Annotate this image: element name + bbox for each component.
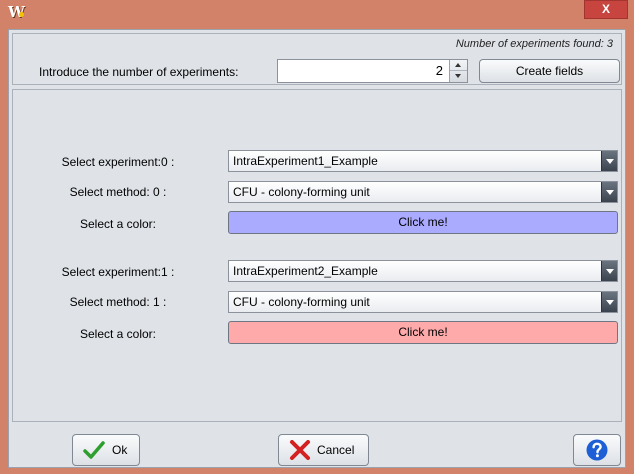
ok-button[interactable]: Ok: [72, 434, 140, 466]
method-1-value: CFU - colony-forming unit: [233, 295, 370, 309]
chevron-down-icon[interactable]: [601, 261, 617, 281]
color-0-label: Select a color:: [79, 217, 157, 231]
title-bar: W X: [0, 0, 634, 26]
close-window-button[interactable]: X: [584, 0, 628, 19]
method-0-value: CFU - colony-forming unit: [233, 185, 370, 199]
experiments-count-label: Introduce the number of experiments:: [39, 65, 239, 79]
dialog-client-area: Number of experiments found: 3 Introduce…: [8, 29, 626, 468]
spinner-up-button[interactable]: [450, 60, 467, 71]
color-1-label: Select a color:: [79, 327, 157, 341]
cancel-button[interactable]: Cancel: [278, 434, 369, 466]
close-icon: X: [601, 2, 610, 16]
method-1-label: Select method: 1 :: [69, 295, 167, 309]
method-0-label: Select method: 0 :: [69, 185, 167, 199]
cancel-button-label: Cancel: [317, 443, 355, 457]
ok-button-label: Ok: [112, 443, 128, 457]
experiments-count-panel: Number of experiments found: 3 Introduce…: [12, 33, 622, 85]
experiment-1-label: Select experiment:1 :: [61, 265, 175, 279]
color-1-button[interactable]: Click me!: [228, 321, 618, 344]
experiment-0-select[interactable]: IntraExperiment1_Example: [228, 150, 618, 172]
experiments-panel: Select experiment:0 : IntraExperiment1_E…: [12, 89, 622, 422]
method-1-select[interactable]: CFU - colony-forming unit: [228, 291, 618, 313]
experiment-0-value: IntraExperiment1_Example: [233, 154, 378, 168]
chevron-down-icon[interactable]: [601, 182, 617, 202]
chevron-down-icon: [455, 74, 461, 78]
chevron-down-icon[interactable]: [601, 151, 617, 171]
red-x-icon: [290, 440, 310, 460]
chevron-up-icon: [455, 63, 461, 67]
help-question-icon: [586, 439, 608, 461]
experiment-1-select[interactable]: IntraExperiment2_Example: [228, 260, 618, 282]
experiments-found-label: Number of experiments found: 3: [455, 38, 613, 50]
spinner-value[interactable]: 2: [436, 60, 443, 82]
create-fields-button[interactable]: Create fields: [479, 59, 620, 83]
spinner-down-button[interactable]: [450, 71, 467, 82]
spinner-arrows: [449, 60, 467, 82]
color-0-button[interactable]: Click me!: [228, 211, 618, 234]
help-button[interactable]: [573, 434, 621, 466]
experiment-0-label: Select experiment:0 :: [61, 155, 175, 169]
experiment-1-value: IntraExperiment2_Example: [233, 264, 378, 278]
chevron-down-icon[interactable]: [601, 292, 617, 312]
experiments-count-spinner[interactable]: 2: [277, 59, 468, 83]
method-0-select[interactable]: CFU - colony-forming unit: [228, 181, 618, 203]
checkmark-icon: [83, 441, 105, 459]
app-icon: W: [8, 3, 25, 21]
